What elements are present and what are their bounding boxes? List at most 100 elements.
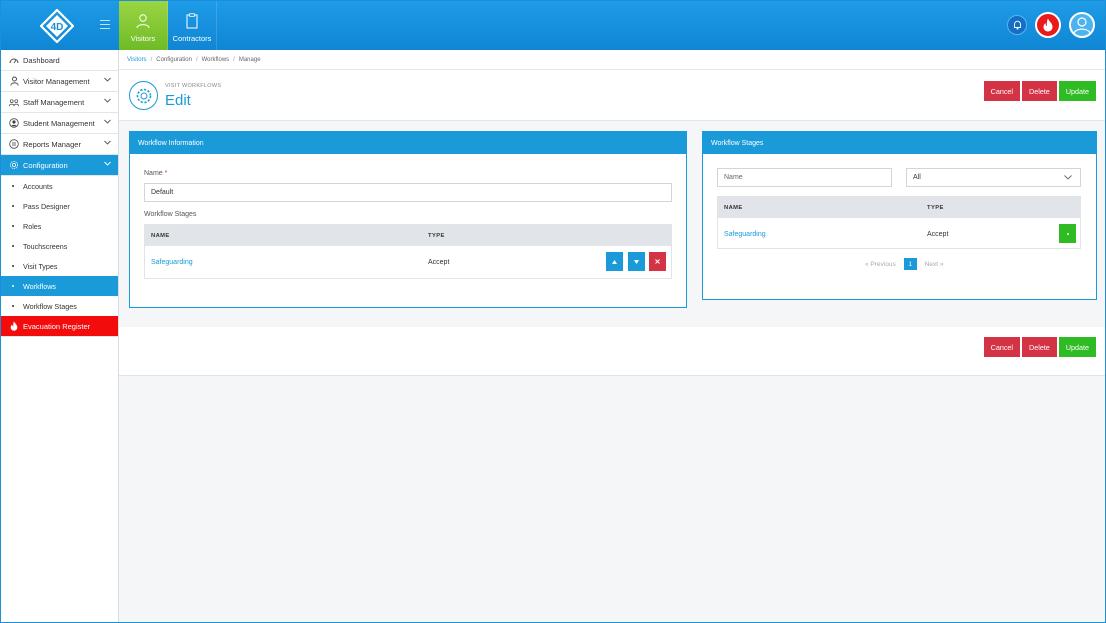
required-mark: * xyxy=(164,170,168,177)
panel-title: Workflow Stages xyxy=(703,132,1096,154)
remove-stage-button[interactable] xyxy=(649,252,666,271)
stage-type: Accept xyxy=(428,258,450,266)
bottom-action-bar: Cancel Delete Update xyxy=(119,327,1105,376)
sidebar-subitem-accounts[interactable]: Accounts xyxy=(1,176,118,196)
sidebar-item-dashboard[interactable]: Dashboard xyxy=(1,50,118,71)
header-actions: Cancel Delete Update xyxy=(983,81,1096,101)
breadcrumb-separator: / xyxy=(195,56,198,63)
user-avatar[interactable] xyxy=(1069,12,1095,38)
name-label-text: Name xyxy=(144,170,163,177)
sidebar-item-evacuation-register[interactable]: Evacuation Register xyxy=(1,316,118,337)
evacuation-alert-button[interactable] xyxy=(1035,12,1061,38)
sidebar-item-reports-manager[interactable]: Reports Manager xyxy=(1,134,118,155)
workflow-name-input[interactable]: Default xyxy=(144,183,672,202)
stage-type: Accept xyxy=(927,230,949,238)
breadcrumb-separator: / xyxy=(150,56,153,63)
sidebar-item-visitor-management[interactable]: Visitor Management xyxy=(1,71,118,92)
caret-down-icon xyxy=(634,259,639,264)
cancel-button[interactable]: Cancel xyxy=(983,81,1021,101)
topnav-contractors-label: Contractors xyxy=(172,34,212,43)
chevron-down-icon xyxy=(104,77,111,82)
stage-name-search-input[interactable]: Name xyxy=(717,168,892,187)
sidebar-subitem-visit-types[interactable]: Visit Types xyxy=(1,256,118,276)
pagination-previous[interactable]: « Previous xyxy=(865,261,896,268)
sidebar-subitem-label: Touchscreens xyxy=(23,241,68,251)
stage-name-link[interactable]: Safeguarding xyxy=(151,259,193,266)
flame-icon xyxy=(9,321,19,331)
clipboard-icon xyxy=(186,13,198,29)
sidebar-subitem-label: Visit Types xyxy=(23,261,58,271)
move-up-button[interactable] xyxy=(606,252,623,271)
sidebar-subitem-touchscreens[interactable]: Touchscreens xyxy=(1,236,118,256)
reports-icon xyxy=(9,139,19,149)
sidebar-item-label: Student Management xyxy=(23,118,95,128)
sidebar-item-staff-management[interactable]: Staff Management xyxy=(1,92,118,113)
table-header: NAME TYPE xyxy=(718,197,1080,218)
sidebar-item-label: Dashboard xyxy=(23,55,60,65)
sidebar-subitem-roles[interactable]: Roles xyxy=(1,216,118,236)
top-actions xyxy=(1007,12,1095,38)
available-stages-table: NAME TYPE Safeguarding Accept xyxy=(717,196,1081,249)
stage-name-link[interactable]: Safeguarding xyxy=(724,231,766,238)
sidebar-subitem-label: Pass Designer xyxy=(23,201,70,211)
sidebar-item-student-management[interactable]: Student Management xyxy=(1,113,118,134)
sidebar-subitem-pass-designer[interactable]: Pass Designer xyxy=(1,196,118,216)
sidebar-subitem-workflow-stages[interactable]: Workflow Stages xyxy=(1,296,118,316)
4d-logo[interactable]: 4D xyxy=(40,9,74,43)
topnav-visitors[interactable]: Visitors xyxy=(119,1,168,50)
workflow-stages-panel: Workflow Stages Name All NAME TYPE Safeg… xyxy=(702,131,1097,300)
breadcrumb-visitors[interactable]: Visitors xyxy=(127,57,147,63)
move-down-button[interactable] xyxy=(628,252,645,271)
sidebar-subitem-label: Workflows xyxy=(23,281,57,291)
close-icon xyxy=(655,259,660,264)
sidebar: Dashboard Visitor Management Staff Manag… xyxy=(1,50,119,622)
delete-button[interactable]: Delete xyxy=(1022,337,1057,357)
table-header: NAME TYPE xyxy=(145,225,671,246)
page-header-icon xyxy=(129,81,158,110)
pagination-page-1[interactable]: 1 xyxy=(903,258,917,270)
breadcrumb-configuration: Configuration xyxy=(156,56,192,63)
student-icon xyxy=(9,118,19,128)
column-header-type: TYPE xyxy=(927,204,944,211)
sidebar-subitem-workflows[interactable]: Workflows xyxy=(1,276,118,296)
breadcrumb-manage: Manage xyxy=(238,56,261,63)
visitor-person-icon xyxy=(136,14,150,29)
chevron-down-icon xyxy=(104,119,111,124)
gear-icon xyxy=(136,88,151,103)
gear-icon xyxy=(9,160,19,170)
name-label: Name * xyxy=(144,170,167,177)
chevron-down-icon xyxy=(104,161,111,166)
table-row: Safeguarding Accept xyxy=(718,218,1080,250)
svg-text:4D: 4D xyxy=(51,22,64,33)
cancel-button[interactable]: Cancel xyxy=(983,337,1021,357)
column-header-name: NAME xyxy=(724,204,743,211)
main-content: Visitors / Configuration / Workflows / M… xyxy=(119,50,1105,622)
update-button[interactable]: Update xyxy=(1058,337,1096,357)
notifications-button[interactable] xyxy=(1007,15,1027,35)
caret-up-icon xyxy=(612,259,617,264)
top-nav: Visitors Contractors xyxy=(119,1,217,50)
panel-title: Workflow Information xyxy=(130,132,686,154)
pagination: « Previous 1 Next » xyxy=(865,258,944,270)
hamburger-menu-icon[interactable] xyxy=(100,20,110,29)
workflow-stages-table: NAME TYPE Safeguarding Accept xyxy=(144,224,672,279)
topnav-contractors[interactable]: Contractors xyxy=(168,1,217,50)
update-button[interactable]: Update xyxy=(1058,81,1096,101)
dashboard-gauge-icon xyxy=(9,55,19,65)
sidebar-item-label: Visitor Management xyxy=(23,76,90,86)
page-title: Edit xyxy=(165,92,191,109)
column-header-name: NAME xyxy=(151,232,170,239)
sidebar-item-label: Evacuation Register xyxy=(23,321,91,331)
sidebar-item-configuration[interactable]: Configuration xyxy=(1,155,118,176)
pagination-previous-label: Previous xyxy=(870,260,896,268)
flame-icon xyxy=(1043,18,1053,32)
pagination-next-label: Next xyxy=(924,260,939,268)
add-stage-button[interactable] xyxy=(1059,224,1076,243)
add-icon xyxy=(1066,232,1069,235)
group-icon xyxy=(9,97,19,107)
delete-button[interactable]: Delete xyxy=(1022,81,1057,101)
pagination-next[interactable]: Next » xyxy=(925,261,944,268)
sidebar-item-label: Staff Management xyxy=(23,97,85,107)
stage-type-select[interactable]: All xyxy=(906,168,1081,187)
footer-actions: Cancel Delete Update xyxy=(983,337,1096,357)
